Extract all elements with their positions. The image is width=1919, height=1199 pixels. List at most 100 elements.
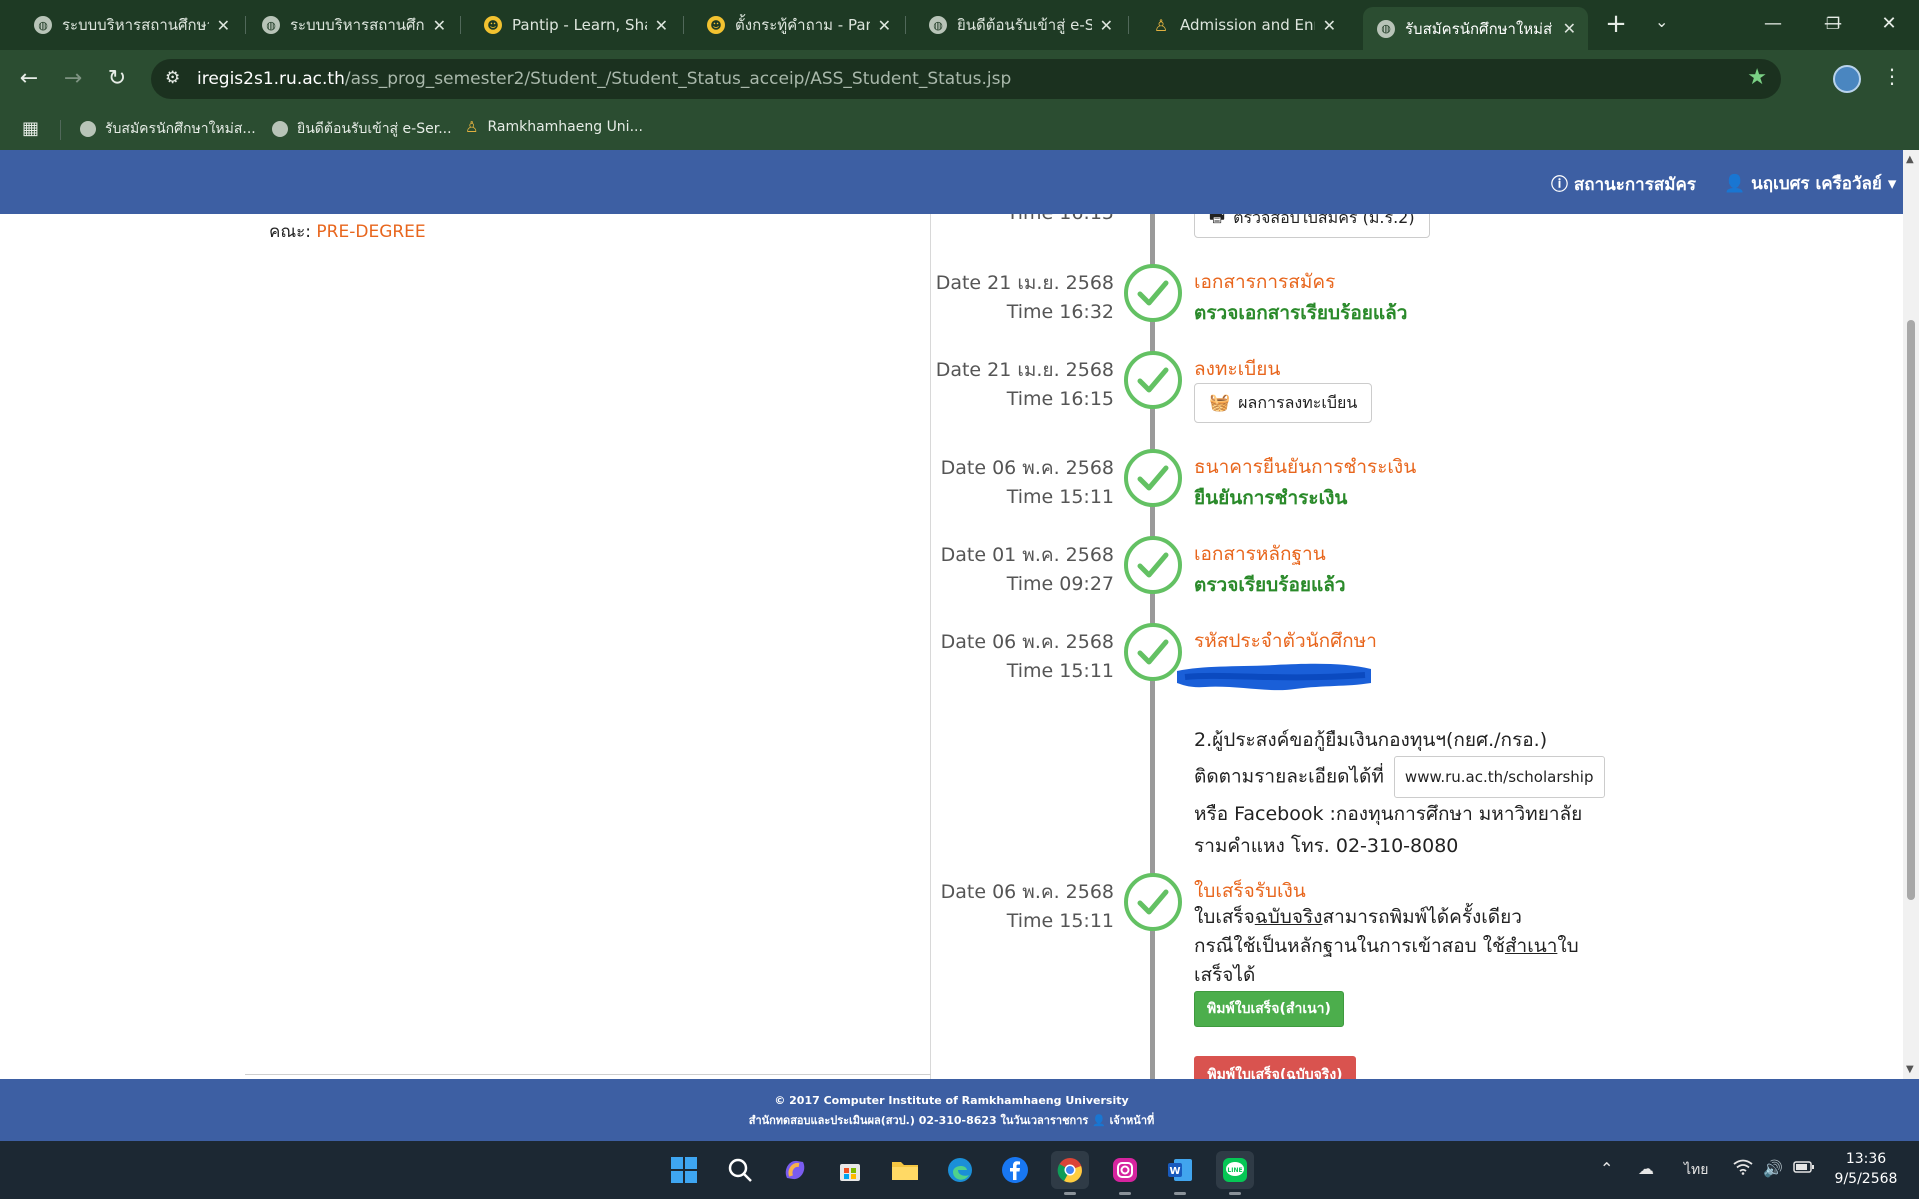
forward-icon[interactable]: → bbox=[58, 64, 88, 94]
tab-title: ระบบบริหารสถานศึกษา bbox=[62, 16, 209, 34]
scholarship-link[interactable]: www.ru.ac.th/scholarship bbox=[1393, 756, 1605, 798]
menu-kebab-icon[interactable]: ⋮ bbox=[1882, 64, 1902, 88]
step-title: เอกสารการสมัคร bbox=[1194, 271, 1336, 293]
globe-icon: ◍ bbox=[34, 16, 52, 34]
close-tab-icon[interactable]: ✕ bbox=[878, 16, 891, 35]
check-circle-icon bbox=[1124, 873, 1182, 931]
tab-title: ตั้งกระทู้คำถาม - Pantip bbox=[735, 16, 870, 34]
address-bar[interactable]: ⚙ iregis2s1.ru.ac.th/ass_prog_semester2/… bbox=[151, 59, 1781, 99]
browser-tab[interactable]: ☻ Pantip - Learn, Share ✕ bbox=[470, 7, 680, 43]
copyright-text: © 2017 Computer Institute of Ramkhamhaen… bbox=[774, 1094, 1129, 1107]
word-icon[interactable]: W bbox=[1161, 1151, 1199, 1195]
facebook-icon[interactable] bbox=[996, 1151, 1034, 1189]
input-language[interactable]: ไทย bbox=[1684, 1159, 1708, 1181]
print-receipt-original-button[interactable]: พิมพ์ใบเสร็จ(ฉบับจริง) bbox=[1194, 1056, 1356, 1079]
info-icon: ⓘ bbox=[1551, 175, 1568, 195]
caret-down-icon: ▾ bbox=[1887, 174, 1897, 194]
browser-tab-strip: ◍ ระบบบริหารสถานศึกษา ✕ ◍ ระบบบริหารสถาน… bbox=[0, 0, 1919, 50]
close-tab-icon[interactable]: ✕ bbox=[1100, 16, 1113, 35]
search-icon[interactable] bbox=[721, 1151, 759, 1189]
apps-grid-icon[interactable]: ▦ bbox=[22, 118, 39, 139]
print-receipt-copy-button[interactable]: พิมพ์ใบเสร็จ(สำเนา) bbox=[1194, 991, 1344, 1027]
contact-line: สำนักทดสอบและประเมินผล(สวป.) 02-310-8623… bbox=[748, 1114, 1155, 1127]
registration-result-button[interactable]: 🧺 ผลการลงทะเบียน bbox=[1194, 383, 1373, 423]
check-circle-icon bbox=[1124, 264, 1182, 322]
close-tab-icon[interactable]: ✕ bbox=[433, 16, 446, 35]
close-tab-icon[interactable]: ✕ bbox=[1323, 16, 1336, 35]
globe-icon bbox=[272, 121, 288, 137]
browser-tab[interactable]: ◍ ระบบบริหารสถานศึกษา ✕ bbox=[248, 7, 458, 43]
basket-icon: 🧺 bbox=[1209, 393, 1231, 413]
back-icon[interactable]: ← bbox=[14, 64, 44, 94]
panel-bottom-border bbox=[245, 1074, 931, 1075]
chevron-down-icon[interactable]: ⌄ bbox=[1655, 12, 1668, 31]
staff-link[interactable]: เจ้าหน้าที่ bbox=[1110, 1114, 1155, 1127]
edge-icon[interactable] bbox=[941, 1151, 979, 1189]
bookmark-label: ยินดีต้อนรับเข้าสู่ e-Ser... bbox=[297, 121, 452, 137]
step-title: ใบเสร็จรับเงิน bbox=[1194, 880, 1306, 902]
page-scrollbar[interactable]: ▲ ▼ bbox=[1903, 150, 1919, 1079]
timeline-date-block: Date 01 พ.ค. 2568 Time 09:27 bbox=[940, 544, 1114, 595]
restore-icon[interactable]: ❐ bbox=[1803, 0, 1863, 50]
check-circle-icon bbox=[1124, 449, 1182, 507]
faculty-value: PRE-DEGREE bbox=[316, 222, 426, 242]
bookmarks-bar: ▦ รับสมัครนักศึกษาใหม่ส... ยินดีต้อนรับเ… bbox=[0, 108, 1919, 150]
globe-icon: ◍ bbox=[929, 16, 947, 34]
scroll-up-icon[interactable]: ▲ bbox=[1906, 154, 1914, 165]
instagram-icon[interactable] bbox=[1106, 1151, 1144, 1195]
timeline-date-block: Date 21 เม.ย. 2568 Time 16:15 bbox=[935, 359, 1114, 410]
chrome-icon[interactable] bbox=[1051, 1151, 1089, 1195]
bookmark-item[interactable]: รับสมัครนักศึกษาใหม่ส... bbox=[80, 118, 256, 140]
user-menu-dropdown[interactable]: 👤 นฤเบศร เครือวัลย์ ▾ bbox=[1724, 170, 1896, 197]
volume-icon[interactable]: 🔊 bbox=[1763, 1159, 1783, 1178]
browser-tab[interactable]: ◍ ระบบบริหารสถานศึกษา ✕ bbox=[20, 7, 242, 43]
temple-icon: ♙ bbox=[465, 118, 479, 136]
check-circle-icon bbox=[1124, 623, 1182, 681]
scrollbar-thumb[interactable] bbox=[1907, 320, 1915, 900]
minimize-icon[interactable]: — bbox=[1743, 0, 1803, 50]
bookmark-star-icon[interactable]: ★ bbox=[1747, 65, 1767, 90]
close-tab-icon[interactable]: ✕ bbox=[217, 16, 230, 35]
loan-info: 2.ผู้ประสงค์ขอกู้ยืมเงินกองทุนฯ(กยศ./กรอ… bbox=[1194, 724, 1605, 862]
chevron-up-icon[interactable]: ⌃ bbox=[1600, 1159, 1613, 1178]
scroll-down-icon[interactable]: ▼ bbox=[1906, 1064, 1914, 1075]
svg-text:LINE: LINE bbox=[1227, 1167, 1242, 1174]
step-title: รหัสประจำตัวนักศึกษา bbox=[1194, 630, 1377, 652]
site-footer: © 2017 Computer Institute of Ramkhamhaen… bbox=[0, 1079, 1919, 1141]
windows-start-icon[interactable] bbox=[665, 1151, 703, 1189]
step-title: ธนาคารยืนยันการชำระเงิน bbox=[1194, 456, 1417, 478]
file-explorer-icon[interactable] bbox=[886, 1151, 924, 1189]
tab-title: Admission and Enrol bbox=[1180, 16, 1315, 34]
user-icon: 👤 bbox=[1724, 174, 1746, 194]
close-tab-icon[interactable]: ✕ bbox=[1563, 19, 1576, 38]
close-window-icon[interactable]: ✕ bbox=[1859, 0, 1919, 50]
system-clock[interactable]: 13:36 9/5/2568 bbox=[1826, 1149, 1906, 1189]
step-title: ลงทะเบียน bbox=[1194, 358, 1281, 380]
browser-tab[interactable]: ☻ ตั้งกระทู้คำถาม - Pantip ✕ bbox=[693, 7, 903, 43]
browser-tab[interactable]: ◍ ยินดีต้อนรับเข้าสู่ e-Ser ✕ bbox=[915, 7, 1125, 43]
site-settings-icon[interactable]: ⚙ bbox=[165, 68, 180, 88]
browser-tab-active[interactable]: ◍ รับสมัครนักศึกษาใหม่ส่ ✕ bbox=[1363, 7, 1588, 50]
globe-icon bbox=[80, 121, 96, 137]
new-tab-icon[interactable]: + bbox=[1601, 10, 1631, 40]
timeline-date-block: Date 21 เม.ย. 2568 Time 16:32 bbox=[935, 272, 1114, 323]
pantip-icon: ☻ bbox=[707, 16, 725, 34]
battery-icon[interactable] bbox=[1793, 1159, 1815, 1178]
close-tab-icon[interactable]: ✕ bbox=[655, 16, 668, 35]
onedrive-cloud-icon[interactable]: ☁ bbox=[1638, 1159, 1654, 1178]
wifi-icon[interactable] bbox=[1733, 1159, 1753, 1179]
browser-tab[interactable]: ♙ Admission and Enrol ✕ bbox=[1138, 7, 1348, 43]
copilot-icon[interactable] bbox=[776, 1151, 814, 1189]
application-status-link[interactable]: ⓘ สถานะการสมัคร bbox=[1551, 170, 1696, 198]
svg-text:W: W bbox=[1169, 1166, 1180, 1177]
profile-avatar[interactable] bbox=[1833, 65, 1861, 93]
bookmark-item[interactable]: ยินดีต้อนรับเข้าสู่ e-Ser... bbox=[272, 118, 452, 140]
reload-icon[interactable]: ↻ bbox=[102, 64, 132, 94]
bookmark-item[interactable]: ♙ Ramkhamhaeng Uni... bbox=[465, 118, 643, 136]
line-app-icon[interactable]: LINE bbox=[1216, 1151, 1254, 1195]
pantip-icon: ☻ bbox=[484, 16, 502, 34]
store-icon[interactable] bbox=[831, 1151, 869, 1189]
user-icon: 👤 bbox=[1092, 1114, 1106, 1127]
url-text[interactable]: iregis2s1.ru.ac.th/ass_prog_semester2/St… bbox=[197, 69, 1011, 89]
step-status: ยืนยันการชำระเงิน bbox=[1194, 487, 1348, 509]
